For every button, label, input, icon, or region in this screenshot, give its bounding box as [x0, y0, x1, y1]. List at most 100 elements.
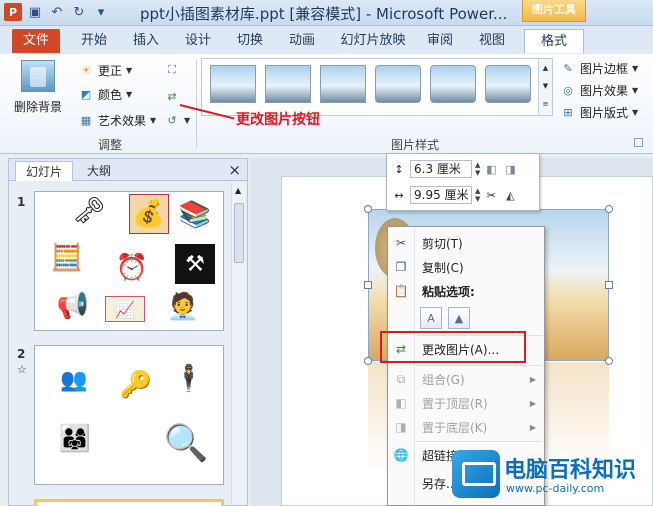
books-clipart-icon: 📚: [178, 200, 212, 230]
tab-review[interactable]: 审阅: [418, 29, 462, 53]
width-row: ↔ 9.95 厘米 ▲ ▼ ✂ ◭: [391, 184, 518, 206]
tab-design[interactable]: 设计: [176, 29, 220, 53]
gallery-scrollbar[interactable]: ▲ ▼ ≡: [538, 59, 552, 115]
smartart-layout-icon: ⊞: [563, 105, 573, 119]
tab-outline[interactable]: 大纲: [77, 161, 121, 181]
change-picture-icon: ⇄: [167, 89, 177, 103]
window-title: ppt小插图素材库.ppt [兼容模式] - Microsoft Power..…: [140, 5, 508, 23]
picture-styles-group-label: 图片样式: [390, 138, 439, 152]
height-field[interactable]: 6.3 厘米: [410, 160, 472, 178]
money-clipart-icon: 💰: [129, 194, 169, 234]
menu-item-group[interactable]: ⧉ 组合(G) ▶: [388, 367, 544, 391]
menu-item-send-to-back[interactable]: ◨ 置于底层(K) ▶: [388, 415, 544, 439]
picture-layout-button[interactable]: ⊞ 图片版式 ▼: [560, 102, 638, 122]
tab-slideshow[interactable]: 幻灯片放映: [336, 29, 410, 53]
scroll-thumb[interactable]: [234, 203, 244, 263]
picture-style-thumb[interactable]: [430, 65, 476, 103]
height-stepper[interactable]: ▲ ▼: [475, 161, 480, 177]
monitor-logo-icon: [452, 450, 500, 498]
gallery-more-icon[interactable]: ≡: [539, 95, 552, 113]
picture-style-thumb[interactable]: [375, 65, 421, 103]
resize-handle[interactable]: [364, 357, 372, 365]
dialog-launcher-icon[interactable]: [634, 138, 643, 147]
menu-separator: [416, 365, 542, 366]
send-to-back-icon: ◨: [395, 420, 407, 434]
tab-transitions[interactable]: 切换: [228, 29, 272, 53]
close-icon[interactable]: ×: [228, 161, 241, 179]
picture-layout-label: 图片版式: [580, 105, 629, 120]
picture-style-thumb[interactable]: [320, 65, 366, 103]
site-watermark: 电脑百科知识 www.pc-daily.com: [452, 448, 653, 506]
tab-view[interactable]: 视图: [470, 29, 514, 53]
tab-slides[interactable]: 幻灯片: [15, 161, 74, 181]
reset-picture-button[interactable]: ↺ ▼: [164, 110, 190, 130]
bring-forward-icon[interactable]: ◧: [483, 161, 499, 177]
people-group-clipart-icon: 👥: [60, 367, 88, 393]
menu-item-bring-to-front[interactable]: ◧ 置于顶层(R) ▶: [388, 391, 544, 415]
undo-icon[interactable]: ↶: [48, 3, 66, 21]
slides-scrollbar[interactable]: ▲: [231, 183, 245, 503]
size-mini-toolbar: ↕ 6.3 厘米 ▲ ▼ ◧ ◨ ↔ 9.95 厘米 ▲ ▼ ✂ ◭: [386, 153, 540, 211]
scroll-up-icon[interactable]: ▲: [235, 186, 241, 195]
slide-thumbnail-1[interactable]: 🗝 💰 📚 🧮 ⏰ ⚒ 📢 📈 🧑‍💼: [34, 191, 224, 331]
slide-number: 1: [17, 195, 26, 209]
customize-qat-icon[interactable]: ▾: [92, 3, 110, 21]
picture-styles-gallery[interactable]: ▲ ▼ ≡: [201, 58, 553, 116]
tab-format[interactable]: 格式: [524, 29, 584, 53]
artistic-effects-button[interactable]: ▦ 艺术效果 ▼: [78, 110, 156, 130]
picture-border-button[interactable]: ✎ 图片边框 ▼: [560, 58, 638, 78]
resize-handle[interactable]: [605, 281, 613, 289]
change-picture-ribbon-button[interactable]: ⇄: [164, 86, 180, 106]
corrections-button[interactable]: ☀ 更正 ▼: [78, 60, 132, 80]
paste-as-picture-icon[interactable]: ▲: [448, 307, 470, 329]
save-icon[interactable]: ▣: [26, 3, 44, 21]
width-stepper[interactable]: ▲ ▼: [475, 187, 480, 203]
resize-handle[interactable]: [605, 357, 613, 365]
bring-to-front-icon: ◧: [395, 396, 407, 410]
slide-thumbnail-2[interactable]: 👥 🔑 🕴 👨‍👩‍👧 🔍: [34, 345, 224, 485]
height-row: ↕ 6.3 厘米 ▲ ▼ ◧ ◨: [391, 158, 518, 180]
menu-item-cut[interactable]: ✂ 剪切(T): [388, 231, 544, 255]
tab-animations[interactable]: 动画: [280, 29, 324, 53]
picture-effects-button[interactable]: ◎ 图片效果 ▼: [560, 80, 638, 100]
slide-thumbnail-3[interactable]: [34, 499, 224, 506]
group-divider: [196, 60, 197, 148]
menu-item-copy[interactable]: ❐ 复制(C): [388, 255, 544, 279]
menu-item-bring-to-front-label: 置于顶层(R): [422, 396, 488, 411]
chevron-down-icon: ▼: [632, 85, 639, 95]
paste-keep-formatting-icon[interactable]: A: [420, 307, 442, 329]
slide-number: 2: [17, 347, 26, 361]
send-backward-icon[interactable]: ◨: [502, 161, 518, 177]
reset-picture-icon: ↺: [167, 113, 177, 127]
crop-icon[interactable]: ✂: [483, 187, 499, 203]
key-clipart-icon: 🔑: [119, 370, 153, 400]
resize-handle[interactable]: [364, 205, 372, 213]
menu-item-cut-label: 剪切(T): [422, 236, 463, 251]
gallery-down-icon[interactable]: ▼: [539, 77, 552, 95]
compress-pictures-button[interactable]: ⛶: [164, 60, 180, 80]
color-label: 颜色: [98, 87, 123, 102]
width-field[interactable]: 9.95 厘米: [410, 186, 472, 204]
submenu-arrow-icon: ▶: [529, 374, 536, 384]
copy-icon: ❐: [395, 260, 407, 274]
picture-style-thumb[interactable]: [485, 65, 531, 103]
redo-icon[interactable]: ↻: [70, 3, 88, 21]
remove-background-button[interactable]: 删除背景: [8, 60, 68, 115]
hammer-clipart-icon: ⚒: [175, 244, 215, 284]
tab-insert[interactable]: 插入: [124, 29, 168, 53]
tab-file[interactable]: 文件: [12, 29, 60, 53]
slides-pane-tabs: 幻灯片 大纲 ×: [9, 159, 247, 181]
powerpoint-logo-icon[interactable]: P: [4, 3, 22, 21]
remove-background-label: 删除背景: [13, 100, 62, 114]
resize-handle[interactable]: [364, 281, 372, 289]
artistic-effects-label: 艺术效果: [98, 113, 147, 128]
tab-home[interactable]: 开始: [72, 29, 116, 53]
resize-handle[interactable]: [605, 205, 613, 213]
hyperlink-icon: 🌐: [393, 448, 409, 462]
gallery-up-icon[interactable]: ▲: [539, 59, 552, 77]
picture-style-thumb[interactable]: [265, 65, 311, 103]
picture-style-thumb[interactable]: [210, 65, 256, 103]
rotate-icon[interactable]: ◭: [502, 187, 518, 203]
color-button[interactable]: ◩ 颜色 ▼: [78, 84, 132, 104]
chart-clipart-icon: 📈: [105, 296, 145, 322]
